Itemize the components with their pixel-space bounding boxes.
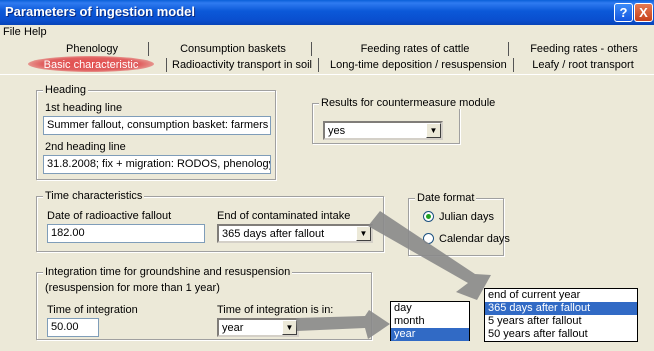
unit-option-year[interactable]: year — [391, 328, 469, 341]
intake-option-5-years[interactable]: 5 years after fallout — [485, 315, 637, 328]
intake-option-365-days[interactable]: 365 days after fallout — [485, 302, 637, 315]
intake-option-end-current-year[interactable]: end of current year — [485, 289, 637, 302]
arrow-to-intake-list — [368, 211, 491, 300]
unit-option-month[interactable]: month — [391, 315, 469, 328]
intake-end-dropdown-list[interactable]: end of current year 365 days after fallo… — [484, 288, 638, 342]
intake-option-50-years[interactable]: 50 years after fallout — [485, 328, 637, 341]
unit-option-day[interactable]: day — [391, 302, 469, 315]
arrow-to-unit-list — [296, 310, 390, 339]
integration-unit-dropdown-list[interactable]: day month year — [390, 301, 470, 341]
